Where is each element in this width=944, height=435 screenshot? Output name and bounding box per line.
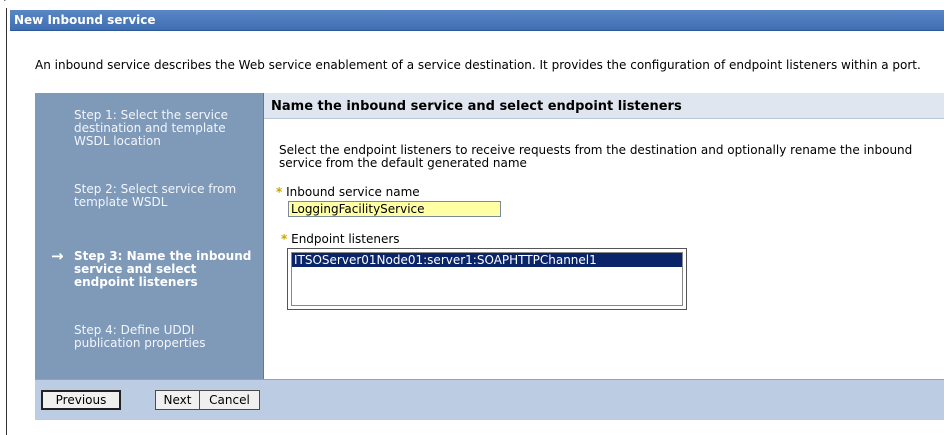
wizard-button-bar: Previous Next Cancel — [35, 379, 944, 420]
wizard-frame: Step 1: Select the service destination a… — [35, 93, 944, 423]
endpoint-listeners-listbox[interactable]: ITSOServer01Node01:server1:SOAPHTTPChann… — [287, 248, 687, 310]
window-title-bar: New Inbound service — [10, 10, 944, 31]
page-description: An inbound service describes the Web ser… — [35, 58, 921, 72]
wizard-step-1: Step 1: Select the service destination a… — [74, 108, 228, 148]
cancel-button[interactable]: Cancel — [199, 390, 260, 410]
content-title: Name the inbound service and select endp… — [271, 99, 682, 114]
wizard-step-2: Step 2: Select service from template WSD… — [74, 182, 237, 209]
content-header: Name the inbound service and select endp… — [264, 93, 944, 119]
wizard-step-4: Step 4: Define UDDI publication properti… — [74, 323, 206, 350]
required-marker-icon: * — [281, 232, 288, 246]
wizard-content: Name the inbound service and select endp… — [264, 93, 944, 379]
current-step-arrow-icon: → — [51, 247, 64, 265]
endpoint-listener-option[interactable]: ITSOServer01Node01:server1:SOAPHTTPChann… — [292, 253, 682, 267]
wizard-step-3: Step 3: Name the inbound service and sel… — [74, 249, 252, 289]
previous-button[interactable]: Previous — [41, 390, 121, 410]
window-title: New Inbound service — [14, 13, 156, 27]
required-marker-icon: * — [276, 185, 283, 199]
inbound-service-name-input[interactable] — [288, 201, 501, 217]
wizard-steps-panel: Step 1: Select the service destination a… — [35, 93, 264, 379]
instructions-text: Select the endpoint listeners to receive… — [279, 143, 913, 170]
endpoint-listeners-label: * Endpoint listeners — [281, 232, 400, 246]
left-border-line — [6, 8, 7, 435]
inbound-service-name-label-text: Inbound service name — [286, 185, 420, 199]
inbound-service-name-label: * Inbound service name — [276, 185, 420, 199]
endpoint-listeners-label-text: Endpoint listeners — [291, 232, 400, 246]
listbox-inner-frame: ITSOServer01Node01:server1:SOAPHTTPChann… — [291, 252, 683, 306]
next-button[interactable]: Next — [155, 390, 200, 410]
